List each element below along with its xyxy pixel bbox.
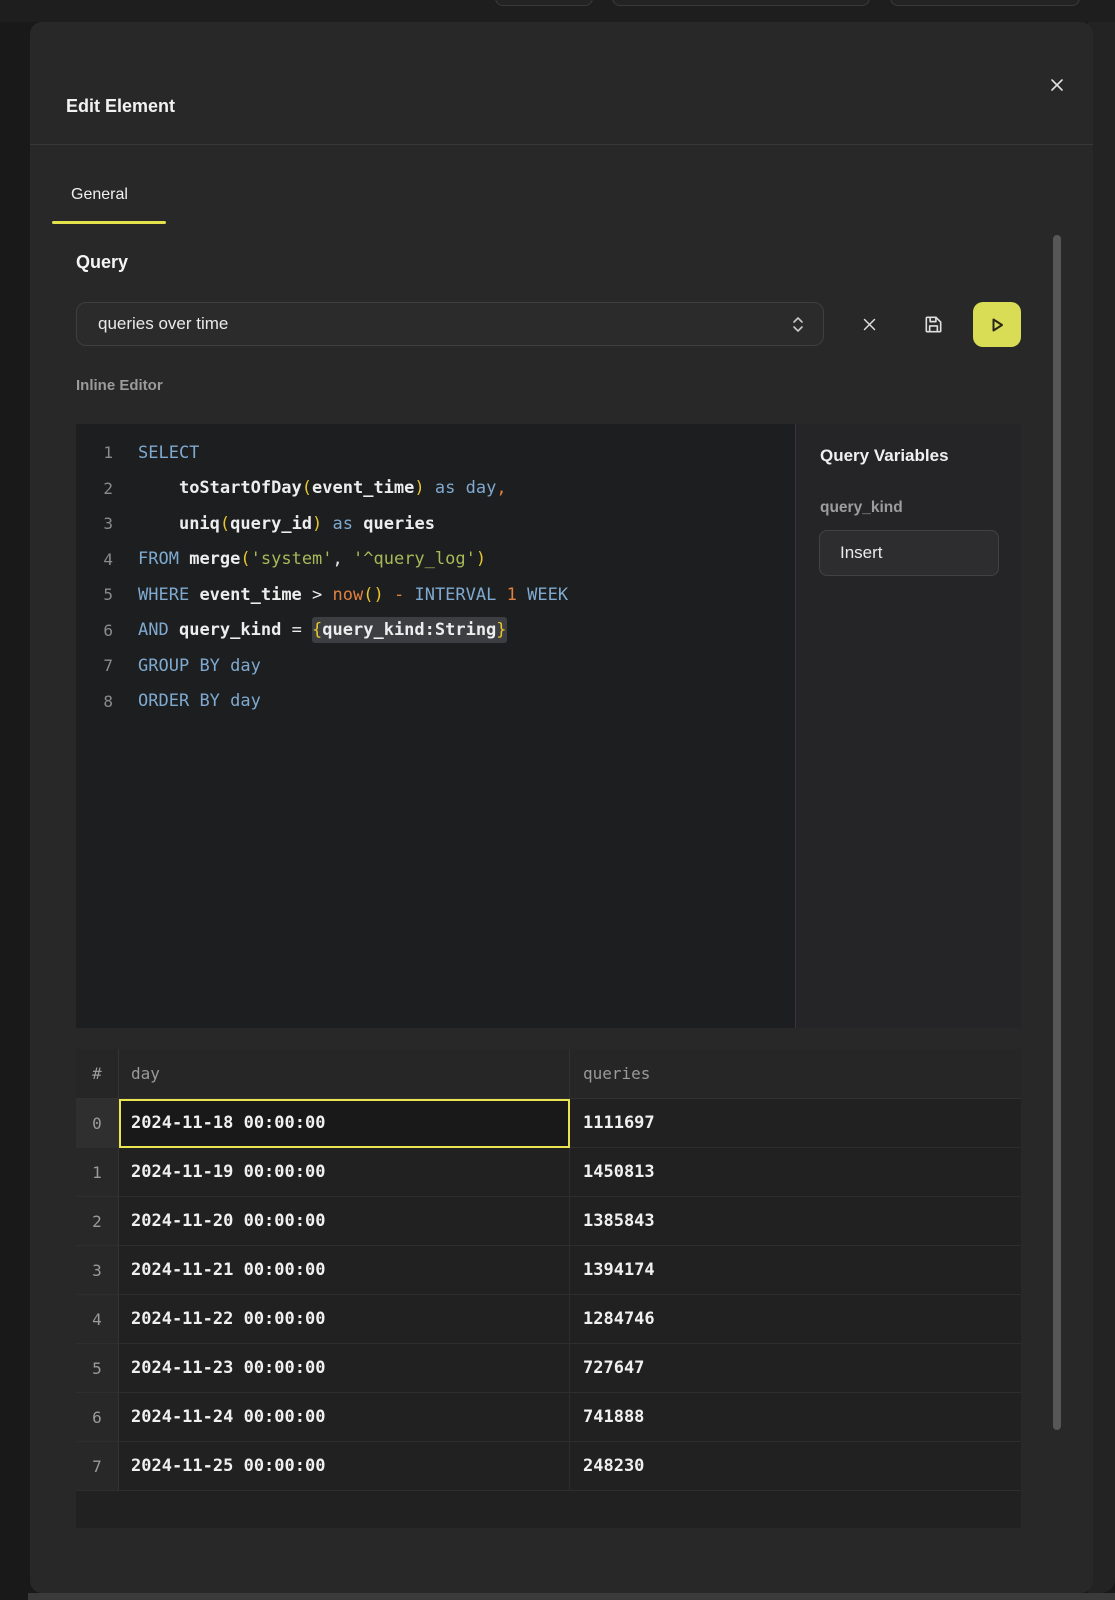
table-row: 52024-11-23 00:00:00727647: [76, 1344, 1021, 1393]
row-index-cell[interactable]: 4: [76, 1295, 119, 1344]
query-section-heading: Query: [76, 251, 128, 273]
table-row: 12024-11-19 00:00:001450813: [76, 1148, 1021, 1197]
row-index-cell[interactable]: 5: [76, 1344, 119, 1393]
floppy-save-icon: [922, 313, 945, 336]
run-query-button[interactable]: [973, 302, 1021, 347]
background-button: [890, 0, 1080, 6]
line-number: 8: [76, 692, 113, 711]
column-header-day: day: [119, 1049, 570, 1098]
results-table-footer: [76, 1491, 1021, 1528]
day-cell[interactable]: 2024-11-19 00:00:00: [119, 1148, 570, 1197]
play-icon: [987, 315, 1007, 335]
code-line: 2 toStartOfDay(event_time) as day,: [76, 471, 795, 507]
code-line: 7 GROUP BY day: [76, 648, 795, 684]
results-table-header: # day queries: [76, 1049, 1021, 1099]
table-row: 32024-11-21 00:00:001394174: [76, 1246, 1021, 1295]
header-divider: [30, 144, 1093, 145]
column-header-index: #: [76, 1049, 119, 1098]
table-row: 22024-11-20 00:00:001385843: [76, 1197, 1021, 1246]
background-topbar: [0, 0, 1115, 22]
code-line: 4 FROM merge('system', '^query_log'): [76, 542, 795, 578]
queries-cell[interactable]: 1284746: [570, 1295, 1021, 1344]
background-button: [612, 0, 870, 6]
line-number: 2: [76, 479, 113, 498]
queries-cell[interactable]: 741888: [570, 1393, 1021, 1442]
variable-name-label: query_kind: [820, 499, 903, 517]
background-bottom-strip: [28, 1593, 1115, 1600]
code-text: WHERE event_time > now() - INTERVAL 1 WE…: [138, 585, 568, 605]
code-text: GROUP BY day: [138, 656, 261, 676]
insert-variable-button[interactable]: Insert: [819, 530, 999, 576]
close-icon: [1050, 78, 1064, 92]
line-number: 6: [76, 621, 113, 640]
day-cell[interactable]: 2024-11-23 00:00:00: [119, 1344, 570, 1393]
day-cell[interactable]: 2024-11-20 00:00:00: [119, 1197, 570, 1246]
sql-editor: 1 SELECT 2 toStartOfDay(event_time) as day…: [76, 424, 1021, 1028]
row-index-cell[interactable]: 3: [76, 1246, 119, 1295]
day-cell[interactable]: 2024-11-24 00:00:00: [119, 1393, 570, 1442]
row-index-cell[interactable]: 7: [76, 1442, 119, 1491]
edit-element-modal: Edit Element General Query queries over …: [30, 22, 1093, 1593]
queries-cell[interactable]: 1111697: [570, 1099, 1021, 1148]
table-row: 72024-11-25 00:00:00248230: [76, 1442, 1021, 1491]
table-row: 02024-11-18 00:00:001111697: [76, 1099, 1021, 1148]
tab-general[interactable]: General: [71, 183, 128, 207]
chevron-up-down-icon: [789, 314, 807, 335]
day-cell[interactable]: 2024-11-22 00:00:00: [119, 1295, 570, 1344]
queries-cell[interactable]: 1394174: [570, 1246, 1021, 1295]
results-table: # day queries 02024-11-18 00:00:00111169…: [76, 1049, 1021, 1528]
row-index-cell[interactable]: 6: [76, 1393, 119, 1442]
line-number: 5: [76, 585, 113, 604]
results-table-body: 02024-11-18 00:00:00111169712024-11-19 0…: [76, 1099, 1021, 1491]
background-button: [495, 0, 593, 6]
queries-cell[interactable]: 1385843: [570, 1197, 1021, 1246]
code-lines: 1 SELECT 2 toStartOfDay(event_time) as day…: [76, 424, 795, 719]
line-number: 4: [76, 550, 113, 569]
code-text: uniq(query_id) as queries: [138, 514, 435, 534]
code-line: 8 ORDER BY day: [76, 684, 795, 720]
queries-cell[interactable]: 1450813: [570, 1148, 1021, 1197]
code-area[interactable]: 1 SELECT 2 toStartOfDay(event_time) as day…: [76, 424, 795, 1028]
code-line: 3 uniq(query_id) as queries: [76, 506, 795, 542]
code-line: 1 SELECT: [76, 435, 795, 471]
row-index-cell[interactable]: 2: [76, 1197, 119, 1246]
queries-cell[interactable]: 727647: [570, 1344, 1021, 1393]
code-line: 5 WHERE event_time > now() - INTERVAL 1 W…: [76, 577, 795, 613]
query-variables-title: Query Variables: [820, 446, 949, 466]
queries-cell[interactable]: 248230: [570, 1442, 1021, 1491]
active-tab-underline: [52, 221, 166, 224]
column-header-queries: queries: [570, 1049, 1021, 1098]
day-cell[interactable]: 2024-11-25 00:00:00: [119, 1442, 570, 1491]
row-index-cell[interactable]: 1: [76, 1148, 119, 1197]
code-text: FROM merge('system', '^query_log'): [138, 549, 486, 569]
save-query-button[interactable]: [919, 310, 947, 338]
clear-query-button[interactable]: [855, 310, 883, 338]
line-number: 7: [76, 656, 113, 675]
close-button[interactable]: [1043, 71, 1071, 99]
code-line: 6 AND query_kind = {query_kind:String}: [76, 613, 795, 649]
query-select[interactable]: queries over time: [76, 302, 824, 346]
modal-scrollbar-thumb[interactable]: [1053, 235, 1061, 1430]
day-cell-selected[interactable]: 2024-11-18 00:00:00: [119, 1099, 570, 1148]
clear-x-icon: [863, 318, 876, 331]
line-number: 1: [76, 443, 113, 462]
code-text: AND query_kind = {query_kind:String}: [138, 620, 507, 640]
query-select-value: queries over time: [77, 303, 823, 345]
code-text: toStartOfDay(event_time) as day,: [138, 478, 507, 498]
page: Edit Element General Query queries over …: [0, 0, 1115, 1600]
inline-editor-label: Inline Editor: [76, 377, 163, 395]
row-index-cell[interactable]: 0: [76, 1099, 119, 1148]
code-text: ORDER BY day: [138, 691, 261, 711]
modal-title: Edit Element: [66, 94, 175, 118]
code-text: SELECT: [138, 443, 199, 463]
query-variables-panel: Query Variables query_kind Insert: [795, 424, 1021, 1028]
line-number: 3: [76, 514, 113, 533]
table-row: 42024-11-22 00:00:001284746: [76, 1295, 1021, 1344]
day-cell[interactable]: 2024-11-21 00:00:00: [119, 1246, 570, 1295]
table-row: 62024-11-24 00:00:00741888: [76, 1393, 1021, 1442]
